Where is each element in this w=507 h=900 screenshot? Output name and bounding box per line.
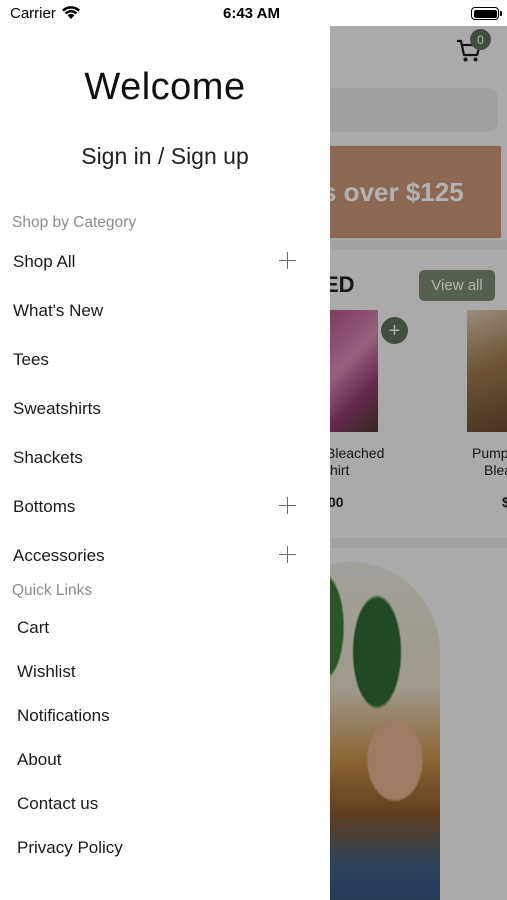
status-bar: Carrier 6:43 AM (0, 0, 507, 26)
category-sweatshirts[interactable]: Sweatshirts (13, 399, 101, 419)
quick-link-contact-us[interactable]: Contact us (17, 794, 98, 814)
clock: 6:43 AM (223, 5, 280, 22)
category-accessories[interactable]: Accessories (13, 546, 105, 566)
shop-by-category-heading: Shop by Category (12, 214, 137, 231)
background-home-screen[interactable]: 0 s over $125 ED View all + Bleached hir… (330, 26, 507, 900)
expand-plus-icon[interactable] (279, 497, 296, 514)
sign-in-link[interactable]: Sign in / Sign up (0, 143, 330, 170)
drawer-title: Welcome (84, 66, 246, 108)
quick-link-about[interactable]: About (17, 750, 61, 770)
expand-plus-icon[interactable] (279, 546, 296, 563)
dim-overlay[interactable] (330, 26, 507, 900)
quick-links-heading: Quick Links (12, 582, 93, 599)
quick-link-notifications[interactable]: Notifications (17, 706, 110, 726)
wifi-icon (62, 6, 80, 19)
quick-link-privacy-policy[interactable]: Privacy Policy (17, 838, 123, 858)
category-whats-new[interactable]: What's New (13, 301, 103, 321)
carrier-label: Carrier (10, 5, 56, 22)
category-shackets[interactable]: Shackets (13, 448, 83, 468)
category-bottoms[interactable]: Bottoms (13, 497, 75, 517)
expand-plus-icon[interactable] (279, 252, 296, 269)
side-drawer: Welcome Sign in / Sign up Shop by Catego… (0, 0, 330, 900)
category-shop-all[interactable]: Shop All (13, 252, 75, 272)
category-tees[interactable]: Tees (13, 350, 49, 370)
battery-cap (500, 11, 502, 16)
battery-icon (471, 7, 499, 20)
quick-link-wishlist[interactable]: Wishlist (17, 662, 76, 682)
quick-link-cart[interactable]: Cart (17, 618, 49, 638)
